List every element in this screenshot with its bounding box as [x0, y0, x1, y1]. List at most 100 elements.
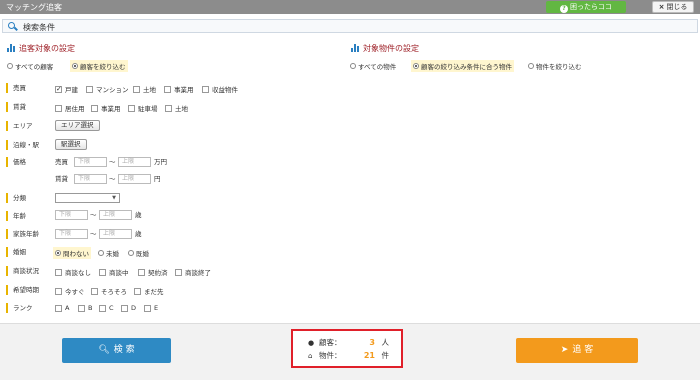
timing-now-label: 今すぐ — [65, 288, 85, 296]
sale-detached-label: 戸建 — [65, 86, 78, 94]
rank-a-checkbox[interactable]: A — [55, 304, 69, 312]
timing-now-checkbox[interactable]: 今すぐ — [55, 286, 85, 296]
search-icon: 🔍︎ — [98, 345, 110, 355]
customers-count: 3 — [369, 338, 375, 347]
contract-ended-label: 商談終了 — [185, 269, 211, 277]
client-all-label: すべての顧客 — [15, 63, 54, 71]
marital-any-label: 問わない — [63, 250, 89, 258]
sale-income-checkbox[interactable]: 収益物件 — [202, 84, 238, 94]
marital-single-label: 未婚 — [106, 250, 119, 258]
search-button-label: 検 索 — [113, 345, 135, 355]
family-age-unit: 歳 — [135, 230, 142, 238]
area-label: エリア — [6, 121, 33, 131]
age-unit: 歳 — [135, 211, 142, 219]
station-select-button[interactable]: 駅選択 — [55, 139, 87, 150]
home-icon: ⌂ — [308, 352, 313, 360]
contract-done-checkbox[interactable]: 契約済 — [138, 267, 168, 277]
rent-residential-checkbox[interactable]: 居住用 — [55, 103, 85, 113]
search-conditions-label: 検索条件 — [23, 23, 55, 32]
properties-label: 物件： — [319, 351, 342, 360]
rank-a-label: A — [65, 304, 70, 312]
family-age-upper-input[interactable]: 上限 — [99, 229, 132, 239]
route-label: 沿線・駅 — [6, 140, 39, 150]
window-titlebar: マッチング追客 ? 困ったらココ × 閉じる — [0, 0, 700, 14]
price-rent-upper-input[interactable]: 上限 — [118, 174, 151, 184]
client-filter-radio[interactable]: 顧客を絞り込む — [70, 60, 128, 72]
property-all-radio[interactable]: すべての物件 — [350, 61, 396, 71]
marital-label: 婚姻 — [6, 247, 26, 257]
rank-d-checkbox[interactable]: D — [121, 304, 136, 312]
sale-business-checkbox[interactable]: 事業用 — [164, 84, 194, 94]
marital-single-radio[interactable]: 未婚 — [98, 248, 119, 258]
timing-label: 希望時期 — [6, 285, 39, 295]
price-rent-lower-input[interactable]: 下限 — [74, 174, 107, 184]
contract-ongoing-checkbox[interactable]: 商談中 — [99, 267, 129, 277]
category-select[interactable]: ▼ — [55, 193, 120, 203]
rank-b-label: B — [88, 304, 93, 312]
contract-label: 商談状況 — [6, 266, 39, 276]
contract-none-checkbox[interactable]: 商談なし — [55, 267, 91, 277]
marital-any-radio[interactable]: 問わない — [53, 247, 91, 259]
property-filter-radio[interactable]: 物件を絞り込む — [528, 61, 582, 71]
rent-business-label: 事業用 — [101, 105, 121, 113]
price-sale-tilde: 〜 — [109, 158, 116, 166]
search-button[interactable]: 🔍︎ 検 索 — [62, 338, 171, 363]
marital-married-radio[interactable]: 既婚 — [128, 248, 149, 258]
contract-none-label: 商談なし — [65, 269, 91, 277]
rent-land-label: 土地 — [175, 105, 188, 113]
price-sale-lower-input[interactable]: 下限 — [74, 157, 107, 167]
rank-b-checkbox[interactable]: B — [78, 304, 92, 312]
question-icon: ? — [560, 5, 568, 13]
marital-married-label: 既婚 — [136, 250, 149, 258]
price-sale-upper-input[interactable]: 上限 — [118, 157, 151, 167]
chevron-down-icon: ▼ — [112, 195, 116, 201]
help-button[interactable]: ? 困ったらココ — [546, 1, 626, 13]
customers-unit: 人 — [381, 338, 390, 347]
timing-later-checkbox[interactable]: まだ先 — [134, 286, 164, 296]
customers-label: 顧客： — [319, 338, 342, 347]
sale-mansion-checkbox[interactable]: マンション — [86, 84, 129, 94]
rent-label: 賃貸 — [6, 102, 26, 112]
add-followup-label: 追 客 — [572, 345, 594, 355]
price-rent-tilde: 〜 — [109, 175, 116, 183]
add-followup-button[interactable]: ➤ 追 客 — [516, 338, 638, 363]
properties-summary: ⌂ 物件： 21 件 — [293, 350, 401, 362]
close-icon: × — [658, 3, 665, 11]
rent-parking-checkbox[interactable]: 駐車場 — [128, 103, 158, 113]
rank-c-label: C — [109, 304, 114, 312]
rent-business-checkbox[interactable]: 事業用 — [91, 103, 121, 113]
age-tilde: 〜 — [90, 211, 97, 219]
area-select-button[interactable]: エリア選択 — [55, 120, 100, 131]
customers-summary: ● 顧客： 3 人 — [293, 337, 401, 349]
rent-land-checkbox[interactable]: 土地 — [165, 103, 188, 113]
age-label: 年齢 — [6, 211, 26, 221]
age-lower-input[interactable]: 下限 — [55, 210, 88, 220]
price-sale-label: 売買 — [55, 158, 68, 166]
timing-soon-checkbox[interactable]: そろそろ — [91, 286, 127, 296]
family-age-tilde: 〜 — [90, 230, 97, 238]
rent-residential-label: 居住用 — [65, 105, 85, 113]
property-section-title: 対象物件の設定 — [363, 44, 419, 53]
sale-land-label: 土地 — [143, 86, 156, 94]
contract-ended-checkbox[interactable]: 商談終了 — [175, 267, 211, 277]
price-sale-unit: 万円 — [154, 158, 167, 166]
contract-done-label: 契約済 — [148, 269, 168, 277]
price-label: 価格 — [6, 157, 26, 167]
age-upper-input[interactable]: 上限 — [99, 210, 132, 220]
rank-c-checkbox[interactable]: C — [99, 304, 114, 312]
client-all-radio[interactable]: すべての顧客 — [7, 61, 53, 71]
property-match-radio[interactable]: 顧客の絞り込み条件に合う物件 — [411, 60, 514, 72]
property-filter-label: 物件を絞り込む — [536, 63, 582, 71]
close-label: 閉じる — [666, 3, 688, 11]
property-match-label: 顧客の絞り込み条件に合う物件 — [421, 63, 512, 71]
help-label: 困ったらココ — [570, 3, 612, 11]
rank-e-checkbox[interactable]: E — [144, 304, 158, 312]
close-button[interactable]: × 閉じる — [652, 1, 694, 13]
paper-plane-icon: ➤ — [560, 345, 569, 355]
timing-soon-label: そろそろ — [101, 288, 127, 296]
price-rent-unit: 円 — [154, 175, 161, 183]
sale-land-checkbox[interactable]: 土地 — [133, 84, 156, 94]
family-age-lower-input[interactable]: 下限 — [55, 229, 88, 239]
sale-detached-checkbox[interactable]: ✓ 戸建 — [55, 84, 78, 94]
rank-label: ランク — [6, 303, 33, 313]
